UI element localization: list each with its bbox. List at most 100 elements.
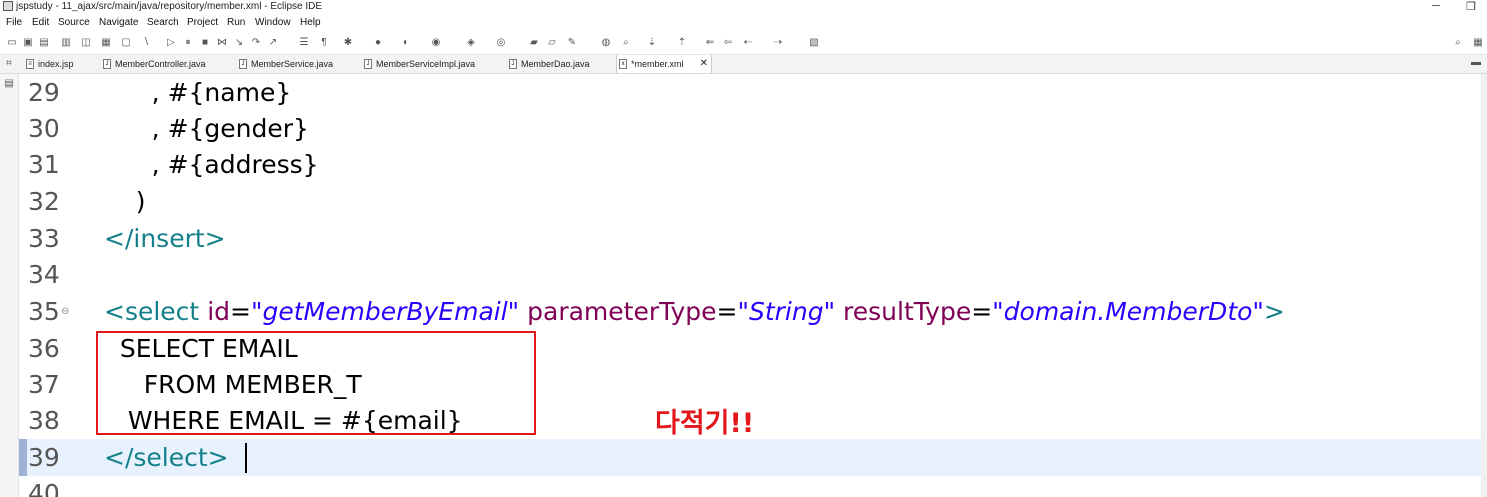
- fold-toggle-icon[interactable]: ⊖: [61, 306, 69, 317]
- prev-annotation-icon[interactable]: ⇡: [676, 37, 688, 49]
- pen-icon[interactable]: ✎: [566, 37, 578, 49]
- resume-icon[interactable]: ▷: [165, 37, 177, 49]
- tab-member-service[interactable]: J MemberService.java: [237, 55, 355, 73]
- line-number: 34: [28, 260, 60, 289]
- left-trim-bar: ▤: [0, 74, 19, 497]
- perspective-icon[interactable]: ▦: [1472, 37, 1484, 49]
- open-folder-icon[interactable]: ▰: [528, 37, 540, 49]
- close-icon[interactable]: ✕: [700, 55, 708, 73]
- tag-bracket: </: [104, 443, 134, 472]
- attr-value: "String": [737, 297, 836, 326]
- menu-source[interactable]: Source: [58, 17, 90, 28]
- tab-member-service-impl[interactable]: J MemberServiceImpl.java: [362, 55, 500, 73]
- toolbar: ▭ ▣ ▤ ▥ ◫ ▦ ▢ ∖ ▷ ⏸ ■ ⋈ ↘ ↷ ↗ ☰ ¶ ✱ ● ◐ …: [0, 32, 1487, 55]
- search-tool-icon[interactable]: ⌕: [620, 37, 632, 49]
- step-into-icon[interactable]: ↘: [233, 37, 245, 49]
- code-line: 33 </insert>: [19, 220, 1487, 257]
- menu-navigate[interactable]: Navigate: [99, 17, 138, 28]
- code-line: 40: [19, 475, 1487, 497]
- menu-bar: File Edit Source Navigate Search Project…: [0, 14, 1487, 30]
- globe-icon[interactable]: ◍: [600, 37, 612, 49]
- minimize-button[interactable]: ─: [1432, 0, 1440, 12]
- line-number: 31: [28, 150, 60, 179]
- eclipse-app-icon: [3, 1, 13, 11]
- highlight-box: [96, 331, 536, 435]
- menu-edit[interactable]: Edit: [32, 17, 49, 28]
- code-text: , #{gender}: [104, 114, 309, 143]
- code-line: 32 ): [19, 183, 1487, 220]
- menu-run[interactable]: Run: [227, 17, 245, 28]
- text-caret: [245, 443, 247, 473]
- menu-file[interactable]: File: [6, 17, 22, 28]
- vertical-scrollbar[interactable]: [1481, 74, 1487, 497]
- toggle-block-icon[interactable]: ☰: [298, 37, 310, 49]
- new-icon[interactable]: ▭: [6, 37, 18, 49]
- java-file-icon: J: [239, 59, 247, 69]
- print-icon[interactable]: ▥: [60, 37, 72, 49]
- terminal-icon[interactable]: ▢: [120, 37, 132, 49]
- disconnect-icon[interactable]: ⋈: [216, 37, 228, 49]
- tab-member-controller[interactable]: J MemberController.java: [101, 55, 229, 73]
- view-menu-icon[interactable]: ⌗: [3, 58, 15, 70]
- open-type-icon[interactable]: ◫: [80, 37, 92, 49]
- open-file-icon[interactable]: ▱: [546, 37, 558, 49]
- line-number: 33: [28, 224, 60, 253]
- back-arrow-icon[interactable]: ⇠: [742, 37, 754, 49]
- attr-name: parameterType: [527, 297, 717, 326]
- tab-label: index.jsp: [38, 59, 74, 69]
- attr-equals: =: [230, 297, 251, 326]
- line-number: 36: [28, 334, 60, 363]
- tag-name: insert: [133, 224, 205, 253]
- pin-editor-icon[interactable]: ▧: [808, 37, 820, 49]
- coverage-icon[interactable]: ◐: [400, 37, 412, 49]
- step-return-icon[interactable]: ↗: [267, 37, 279, 49]
- attr-name: id: [207, 297, 231, 326]
- attr-name: resultType: [843, 297, 972, 326]
- tab-label: MemberService.java: [251, 59, 334, 69]
- forward-arrow-icon[interactable]: ⇢: [772, 37, 784, 49]
- tag-name: select: [133, 443, 208, 472]
- external-tools-icon[interactable]: ◉: [430, 37, 442, 49]
- tab-member-dao[interactable]: J MemberDao.java: [507, 55, 611, 73]
- current-line-marker: [19, 439, 27, 476]
- tag-bracket: >: [207, 443, 229, 472]
- terminate-icon[interactable]: ■: [199, 37, 211, 49]
- skip-breakpoints-icon[interactable]: ∖: [140, 37, 152, 49]
- package-explorer-icon[interactable]: ▤: [3, 78, 15, 90]
- new-class-icon[interactable]: ◎: [495, 37, 507, 49]
- code-text: ): [104, 187, 146, 216]
- step-over-icon[interactable]: ↷: [250, 37, 262, 49]
- minimize-editor-icon[interactable]: ▬: [1470, 57, 1482, 69]
- tab-label: MemberDao.java: [521, 59, 590, 69]
- xml-file-icon: x: [619, 59, 627, 69]
- run-icon[interactable]: ●: [372, 37, 384, 49]
- new-java-project-icon[interactable]: ◈: [465, 37, 477, 49]
- title-bar: jspstudy - 11_ajax/src/main/java/reposit…: [0, 0, 1487, 14]
- menu-project[interactable]: Project: [187, 17, 218, 28]
- code-text: , #{address}: [104, 150, 319, 179]
- suspend-icon[interactable]: ⏸: [182, 37, 194, 49]
- last-edit-icon[interactable]: ⇐: [704, 37, 716, 49]
- code-text: , #{name}: [104, 78, 292, 107]
- debug-icon[interactable]: ✱: [342, 37, 354, 49]
- tag-bracket: >: [1263, 297, 1285, 326]
- search-icon[interactable]: ⌕: [1452, 37, 1464, 49]
- next-annotation-icon[interactable]: ⇣: [646, 37, 658, 49]
- show-whitespace-icon[interactable]: ¶: [318, 37, 330, 49]
- line-number: 37: [28, 370, 60, 399]
- window-title: jspstudy - 11_ajax/src/main/java/reposit…: [16, 1, 323, 12]
- save-all-icon[interactable]: ▤: [38, 37, 50, 49]
- menu-search[interactable]: Search: [147, 17, 179, 28]
- tab-member-xml[interactable]: x *member.xml ✕: [616, 55, 712, 73]
- line-number: 32: [28, 187, 60, 216]
- menu-window[interactable]: Window: [255, 17, 291, 28]
- code-line: 29 , #{name}: [19, 74, 1487, 111]
- tab-label: MemberController.java: [115, 59, 206, 69]
- save-icon[interactable]: ▣: [22, 37, 34, 49]
- tag-bracket: </: [104, 224, 134, 253]
- restore-button[interactable]: ❐: [1466, 0, 1476, 13]
- task-icon[interactable]: ▦: [100, 37, 112, 49]
- menu-help[interactable]: Help: [300, 17, 321, 28]
- back-icon[interactable]: ⇦: [722, 37, 734, 49]
- tab-index-jsp[interactable]: ≡ index.jsp: [24, 55, 98, 73]
